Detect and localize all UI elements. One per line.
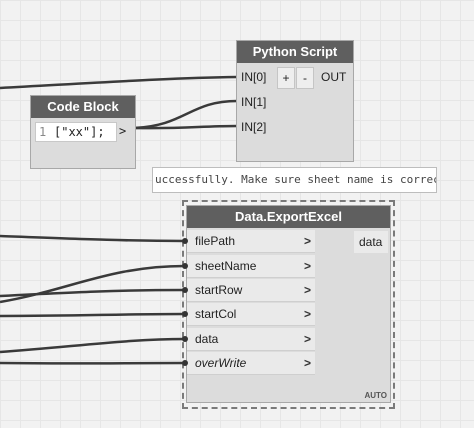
input-sheetname[interactable]: sheetName > <box>187 255 315 278</box>
python-script-node[interactable]: Python Script IN[0] IN[1] IN[2] + - OUT <box>236 40 354 162</box>
port-label: filePath <box>195 234 236 248</box>
remove-input-button[interactable]: - <box>296 67 314 89</box>
port-label: startCol <box>195 307 237 321</box>
output-port-out[interactable]: OUT <box>321 66 346 88</box>
code-text[interactable]: ["xx"]; <box>54 123 105 141</box>
input-overwrite[interactable]: overWrite > <box>187 352 315 375</box>
port-dot <box>182 238 188 244</box>
port-dot <box>182 360 188 366</box>
input-startrow[interactable]: startRow > <box>187 279 315 302</box>
chevron-right-icon: > <box>303 332 311 346</box>
wire-to-startcol <box>0 312 186 318</box>
add-input-button[interactable]: + <box>277 67 295 89</box>
input-port-in2[interactable]: IN[2] <box>241 116 266 138</box>
output-port[interactable]: > <box>119 122 126 140</box>
port-dot <box>182 287 188 293</box>
port-dot <box>182 336 188 342</box>
input-data[interactable]: data > <box>187 328 315 351</box>
wire-codeblock-to-in1 <box>133 99 238 130</box>
port-label: startRow <box>195 283 243 297</box>
export-excel-node[interactable]: Data.ExportExcel filePath > sheetName > … <box>186 205 391 403</box>
lacing-label: AUTO <box>364 391 387 400</box>
port-label: data <box>195 332 219 346</box>
output-port-data[interactable]: data <box>354 231 388 253</box>
node-title: Python Script <box>237 41 353 63</box>
wire-to-data <box>0 337 186 354</box>
output-label: data <box>359 235 383 249</box>
input-port-in0[interactable]: IN[0] <box>241 66 266 88</box>
node-title: Data.ExportExcel <box>187 206 390 228</box>
warning-message: uccessfully. Make sure sheet name is cor… <box>152 167 437 193</box>
code-block-node[interactable]: Code Block 1 ["xx"]; > <box>30 95 136 169</box>
wire-to-startrow <box>0 288 186 298</box>
line-number: 1 <box>39 125 47 139</box>
node-title: Code Block <box>31 96 135 118</box>
input-startcol[interactable]: startCol > <box>187 303 315 326</box>
chevron-right-icon: > <box>303 307 311 321</box>
wire-to-sheetname <box>0 264 186 304</box>
code-editor[interactable]: 1 ["xx"]; <box>35 122 117 142</box>
chevron-right-icon: > <box>303 283 311 297</box>
chevron-right-icon: > <box>303 234 311 248</box>
port-label: sheetName <box>195 259 257 273</box>
wire-to-python-in0 <box>0 75 238 90</box>
chevron-right-icon: > <box>303 259 311 273</box>
input-filepath[interactable]: filePath > <box>187 230 315 253</box>
port-dot <box>182 263 188 269</box>
port-dot <box>182 311 188 317</box>
wire-to-filepath <box>0 234 186 243</box>
chevron-right-icon: > <box>303 356 311 370</box>
input-port-in1[interactable]: IN[1] <box>241 91 266 113</box>
port-label: overWrite <box>195 356 247 370</box>
